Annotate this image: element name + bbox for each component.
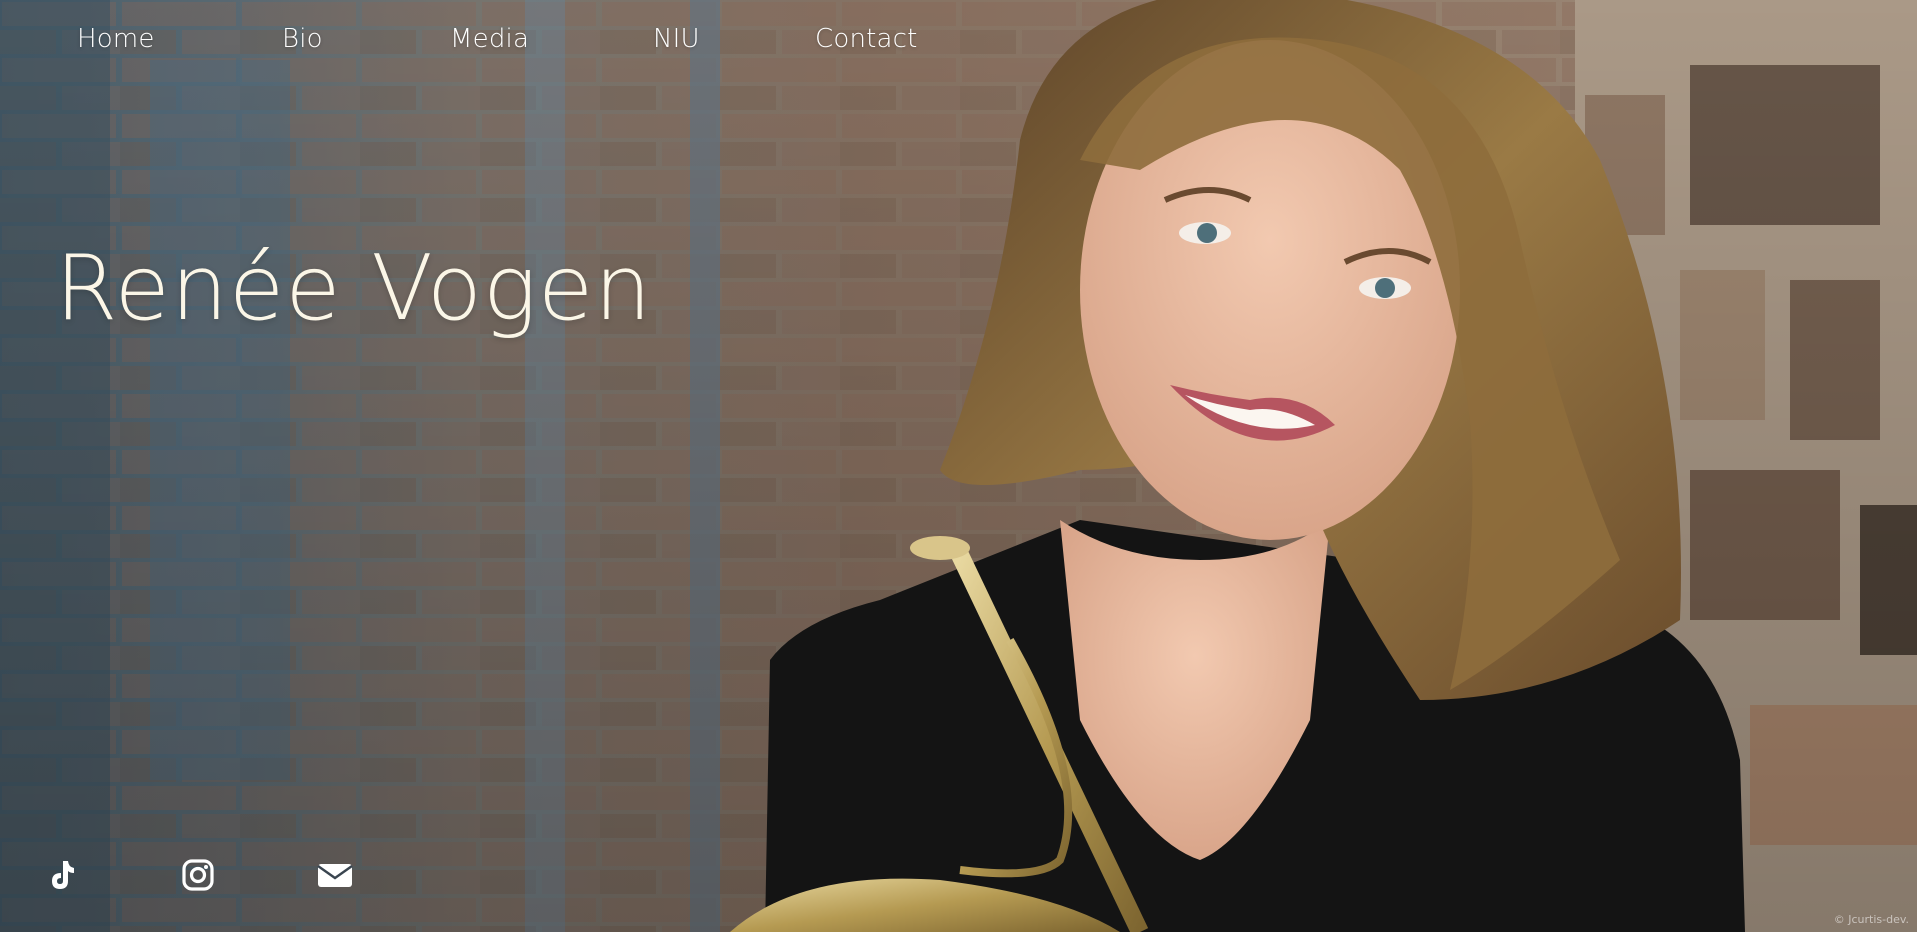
main-nav: Home Bio Media NIU Contact: [0, 24, 1917, 64]
nav-contact-link[interactable]: Contact: [815, 24, 918, 54]
copyright-credit: © Jcurtis-dev.: [1833, 913, 1909, 926]
page-title: Renée Vogen: [55, 236, 653, 341]
tiktok-link[interactable]: [42, 856, 80, 894]
instagram-icon: [182, 859, 214, 891]
social-links: [0, 856, 400, 896]
email-icon: [317, 864, 353, 887]
email-link[interactable]: [316, 856, 354, 894]
instagram-link[interactable]: [179, 856, 217, 894]
hero-section: Home Bio Media NIU Contact Renée Vogen ©…: [0, 0, 1917, 932]
hero-photo: [0, 0, 1917, 932]
nav-media-link[interactable]: Media: [450, 24, 529, 54]
tiktok-icon: [52, 861, 74, 889]
nav-niu-link[interactable]: NIU: [653, 24, 700, 54]
nav-home-link[interactable]: Home: [77, 24, 155, 54]
nav-bio-link[interactable]: Bio: [282, 24, 323, 54]
